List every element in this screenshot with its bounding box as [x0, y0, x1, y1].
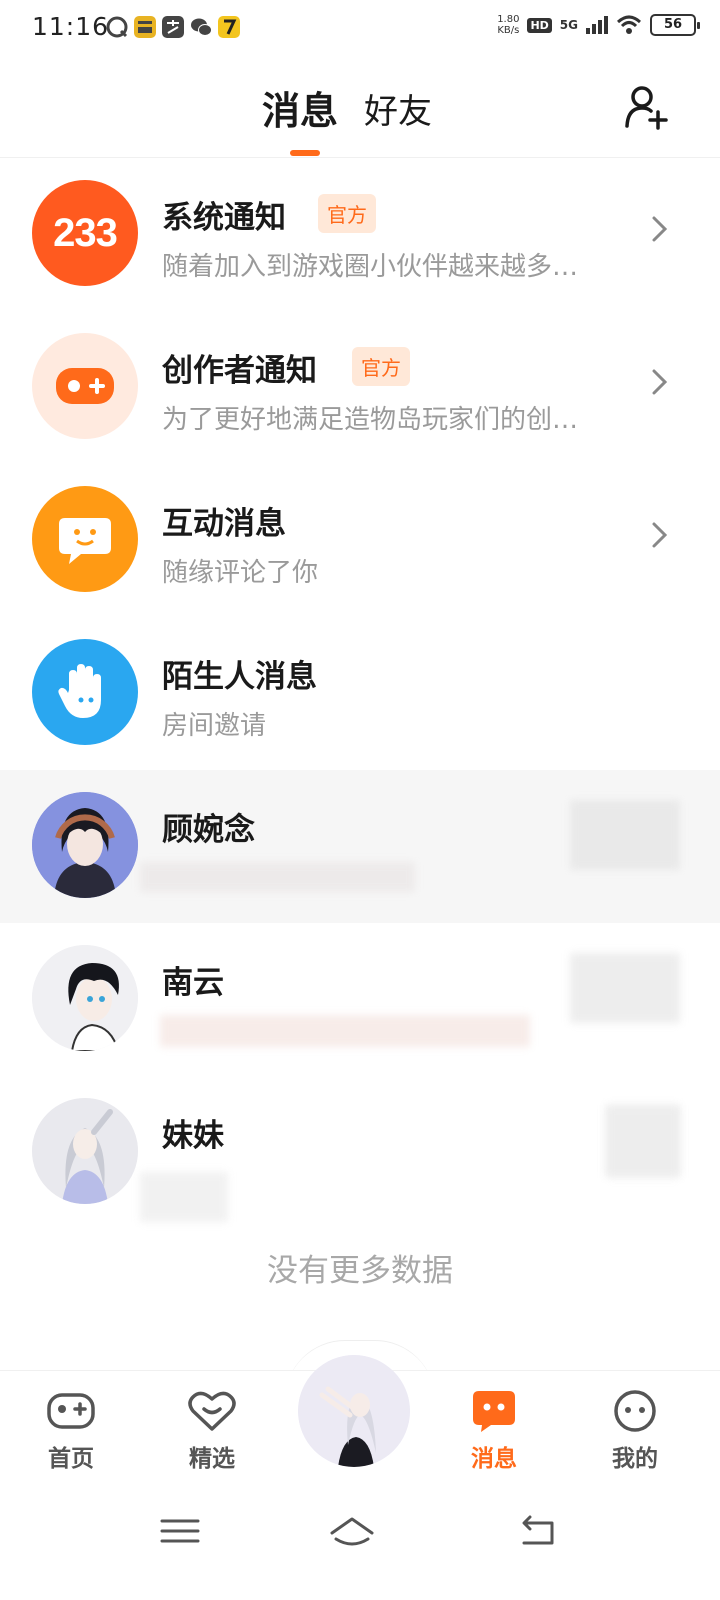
- redacted-preview: [140, 1172, 228, 1222]
- back-icon[interactable]: [516, 1511, 560, 1551]
- chevron-right-icon: [652, 216, 668, 242]
- item-title: 系统通知: [162, 200, 286, 236]
- item-preview: 房间邀请: [162, 711, 267, 741]
- item-title: 互动消息: [162, 506, 286, 542]
- battery-indicator: 56: [650, 14, 700, 36]
- wifi-icon: [616, 15, 642, 34]
- notification-icons: [106, 16, 240, 38]
- top-header: 消息 好友: [0, 58, 720, 158]
- nav-item-home[interactable]: 首页: [26, 1389, 116, 1473]
- status-indicators: 1.80 KB/s HD 5G 56: [497, 14, 700, 36]
- avatar: [32, 945, 138, 1051]
- network-speed: 1.80 KB/s: [497, 14, 520, 36]
- add-user-icon[interactable]: [624, 84, 670, 130]
- nav-label: 精选: [189, 1446, 235, 1472]
- network-type: 5G: [559, 18, 578, 32]
- official-badge: 官方: [352, 347, 410, 386]
- center-avatar-button[interactable]: [298, 1355, 410, 1467]
- qq-icon: [106, 16, 128, 38]
- pay-app-icon: [162, 16, 184, 38]
- list-item-chat[interactable]: 顾婉念: [0, 770, 720, 923]
- avatar: [32, 1098, 138, 1204]
- redacted-preview: [140, 862, 415, 892]
- nav-label: 我的: [612, 1446, 658, 1472]
- official-badge: 官方: [318, 194, 376, 233]
- hd-badge: HD: [527, 17, 552, 33]
- contact-name: 南云: [162, 965, 224, 1001]
- home-icon[interactable]: [330, 1511, 374, 1551]
- list-item-interaction[interactable]: 互动消息 随缘评论了你: [0, 464, 720, 617]
- chevron-right-icon: [652, 522, 668, 548]
- waving-hand-icon: [32, 639, 138, 745]
- contact-name: 顾婉念: [162, 812, 255, 848]
- nav-item-featured[interactable]: 精选: [167, 1389, 257, 1473]
- list-item-chat[interactable]: 妹妹: [0, 1076, 720, 1229]
- item-title: 创作者通知: [162, 353, 317, 389]
- menu-icon[interactable]: [158, 1511, 202, 1551]
- contact-name: 妹妹: [162, 1118, 224, 1154]
- heart-smile-icon: [188, 1391, 236, 1431]
- status-time: 11:16: [32, 12, 110, 41]
- avatar: [32, 792, 138, 898]
- game-app-icon: [218, 16, 240, 38]
- item-preview: 随着加入到游戏圈小伙伴越来越多…: [162, 252, 579, 282]
- no-more-data-text: 没有更多数据: [267, 1253, 453, 1289]
- chat-smile-icon: [32, 486, 138, 592]
- list-item-creator-notice[interactable]: 创作者通知 官方 为了更好地满足造物岛玩家们的创…: [0, 311, 720, 464]
- chevron-right-icon: [652, 369, 668, 395]
- news-app-icon: [134, 16, 156, 38]
- list-item-stranger-messages[interactable]: 陌生人消息 房间邀请: [0, 617, 720, 1175]
- list-item-system-notice[interactable]: 233 系统通知 官方 随着加入到游戏圈小伙伴越来越多…: [0, 158, 720, 311]
- 233-logo-icon: 233: [32, 180, 138, 286]
- nav-item-messages[interactable]: 消息: [449, 1389, 539, 1473]
- tab-messages[interactable]: 消息: [262, 80, 338, 135]
- message-list: 233 系统通知 官方 随着加入到游戏圈小伙伴越来越多… 创作者通知 官方 为了…: [0, 158, 720, 1229]
- nav-item-profile[interactable]: 我的: [590, 1389, 680, 1473]
- nav-label: 首页: [48, 1446, 94, 1472]
- redacted-timestamp: [570, 953, 680, 1023]
- wechat-icon: [191, 18, 212, 36]
- redacted-timestamp: [606, 1106, 680, 1178]
- active-tab-indicator: [290, 150, 320, 156]
- redacted-preview: [160, 1015, 530, 1047]
- item-preview: 随缘评论了你: [162, 558, 319, 588]
- list-item-chat[interactable]: 南云: [0, 923, 720, 1076]
- item-preview: 为了更好地满足造物岛玩家们的创…: [162, 405, 579, 435]
- message-icon: [473, 1391, 515, 1432]
- gamepad-icon: [32, 333, 138, 439]
- face-icon: [614, 1390, 656, 1432]
- item-title: 陌生人消息: [162, 659, 317, 695]
- tab-friends[interactable]: 好友: [364, 84, 432, 133]
- signal-icon: [586, 16, 608, 34]
- status-bar: 11:16 1.80 KB/s HD 5G 56: [0, 0, 720, 58]
- gamepad-icon: [47, 1393, 95, 1429]
- center-avatar: [298, 1355, 410, 1467]
- system-nav-bar: [0, 1485, 720, 1600]
- nav-label: 消息: [471, 1446, 517, 1472]
- redacted-timestamp: [570, 800, 680, 870]
